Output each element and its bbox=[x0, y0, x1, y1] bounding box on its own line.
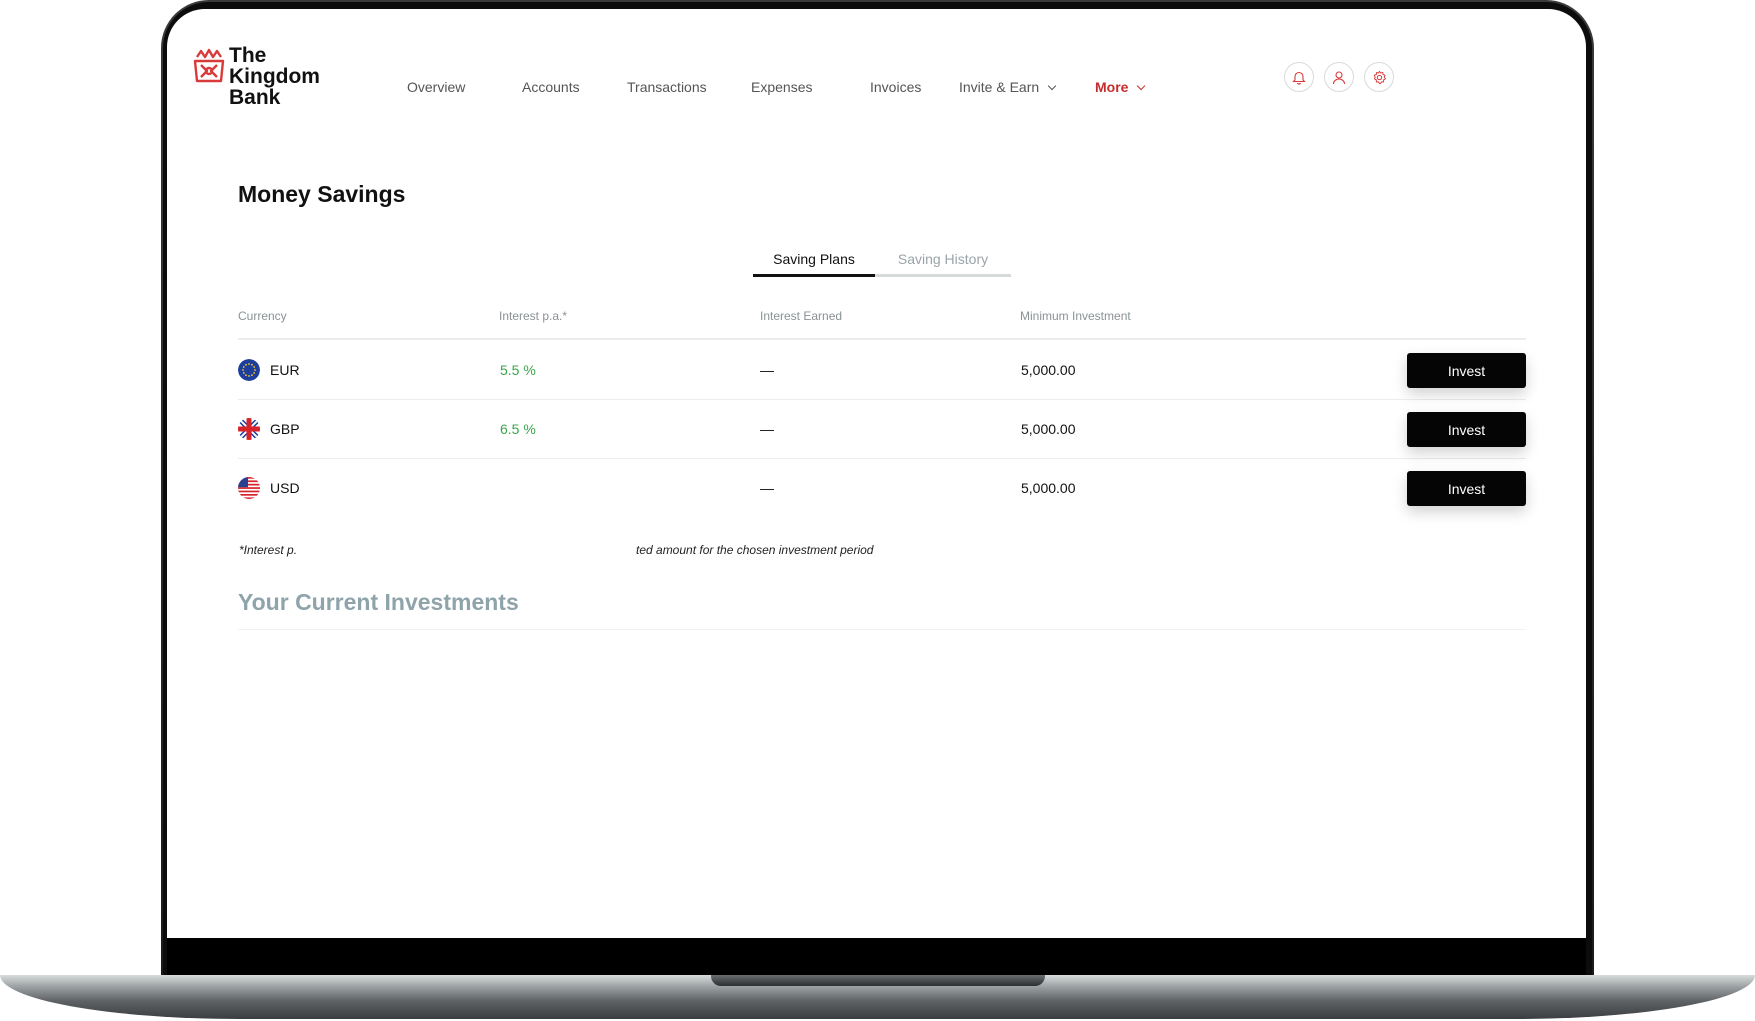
nav-item-invoices[interactable]: Invoices bbox=[870, 67, 921, 107]
chevron-down-icon bbox=[1137, 81, 1146, 91]
minimum-investment: 5,000.00 bbox=[1021, 362, 1076, 378]
nav-label: Invite & Earn bbox=[959, 79, 1040, 95]
page-title: Money Savings bbox=[238, 181, 406, 207]
table-row: GBP 6.5 % — 5,000.00 Invest bbox=[238, 400, 1526, 459]
nav-label: Expenses bbox=[751, 79, 813, 95]
uk-flag-icon bbox=[238, 418, 260, 440]
interest-earned: — bbox=[760, 362, 774, 378]
interest-rate: 5.5 % bbox=[500, 362, 536, 378]
brand-name-line-3: Bank bbox=[229, 86, 281, 109]
current-investments-title: Your Current Investments bbox=[238, 589, 519, 615]
table-row: USD — 5,000.00 Invest bbox=[238, 459, 1526, 518]
settings-button[interactable] bbox=[1364, 62, 1394, 92]
section-divider bbox=[238, 629, 1526, 630]
nav-item-accounts[interactable]: Accounts bbox=[522, 67, 580, 107]
invest-button-usd[interactable]: Invest bbox=[1407, 471, 1526, 506]
column-header-currency: Currency bbox=[238, 309, 287, 323]
interest-earned: — bbox=[760, 480, 774, 496]
invest-button-gbp[interactable]: Invest bbox=[1407, 412, 1526, 447]
footnote-left: *Interest p. bbox=[239, 543, 298, 557]
nav-label: Overview bbox=[407, 79, 466, 95]
nav-label: Accounts bbox=[522, 79, 580, 95]
table-header-divider bbox=[238, 338, 1526, 340]
eu-flag-icon bbox=[238, 359, 260, 381]
gear-icon bbox=[1373, 70, 1386, 84]
column-header-interest: Interest p.a.* bbox=[499, 309, 568, 323]
nav-item-invite-earn[interactable]: Invite & Earn bbox=[959, 67, 1057, 107]
kingdom-bank-logo-icon bbox=[193, 48, 225, 83]
nav-label: Transactions bbox=[627, 79, 707, 95]
app-screen: The Kingdom Bank Overview Accounts Trans… bbox=[167, 9, 1586, 938]
footnote-right: ted amount for the chosen investment per… bbox=[636, 543, 874, 557]
column-header-minimum-investment: Minimum Investment bbox=[1020, 309, 1131, 323]
user-icon bbox=[1332, 70, 1346, 84]
savings-tabs: Saving Plans Saving History bbox=[753, 241, 1011, 279]
nav-item-expenses[interactable]: Expenses bbox=[751, 67, 812, 107]
nav-label: Invoices bbox=[870, 79, 922, 95]
table-row: EUR 5.5 % — 5,000.00 Invest bbox=[238, 341, 1526, 400]
laptop-notch bbox=[711, 975, 1045, 986]
brand-name: The Kingdom Bank bbox=[229, 45, 320, 108]
chevron-down-icon bbox=[1047, 81, 1057, 91]
minimum-investment: 5,000.00 bbox=[1021, 421, 1076, 437]
profile-button[interactable] bbox=[1324, 62, 1354, 92]
tab-saving-history[interactable]: Saving History bbox=[875, 241, 1011, 277]
column-header-interest-earned: Interest Earned bbox=[760, 309, 843, 323]
interest-earned: — bbox=[760, 421, 774, 437]
nav-label: More bbox=[1095, 79, 1129, 95]
brand-logo[interactable]: The Kingdom Bank bbox=[191, 45, 320, 108]
notifications-button[interactable] bbox=[1284, 62, 1314, 92]
brand-name-line-1: The bbox=[229, 44, 267, 67]
currency-code: USD bbox=[270, 480, 300, 496]
invest-button-eur[interactable]: Invest bbox=[1407, 353, 1526, 388]
minimum-investment: 5,000.00 bbox=[1021, 480, 1076, 496]
tab-saving-plans[interactable]: Saving Plans bbox=[753, 241, 875, 277]
nav-item-transactions[interactable]: Transactions bbox=[627, 67, 707, 107]
us-flag-icon bbox=[238, 477, 260, 499]
bell-icon bbox=[1292, 71, 1306, 85]
nav-item-overview[interactable]: Overview bbox=[407, 67, 465, 107]
currency-code: EUR bbox=[270, 362, 300, 378]
brand-name-line-2: Kingdom bbox=[229, 65, 320, 88]
interest-rate: 6.5 % bbox=[500, 421, 536, 437]
currency-code: GBP bbox=[270, 421, 300, 437]
nav-item-more[interactable]: More bbox=[1095, 67, 1146, 107]
